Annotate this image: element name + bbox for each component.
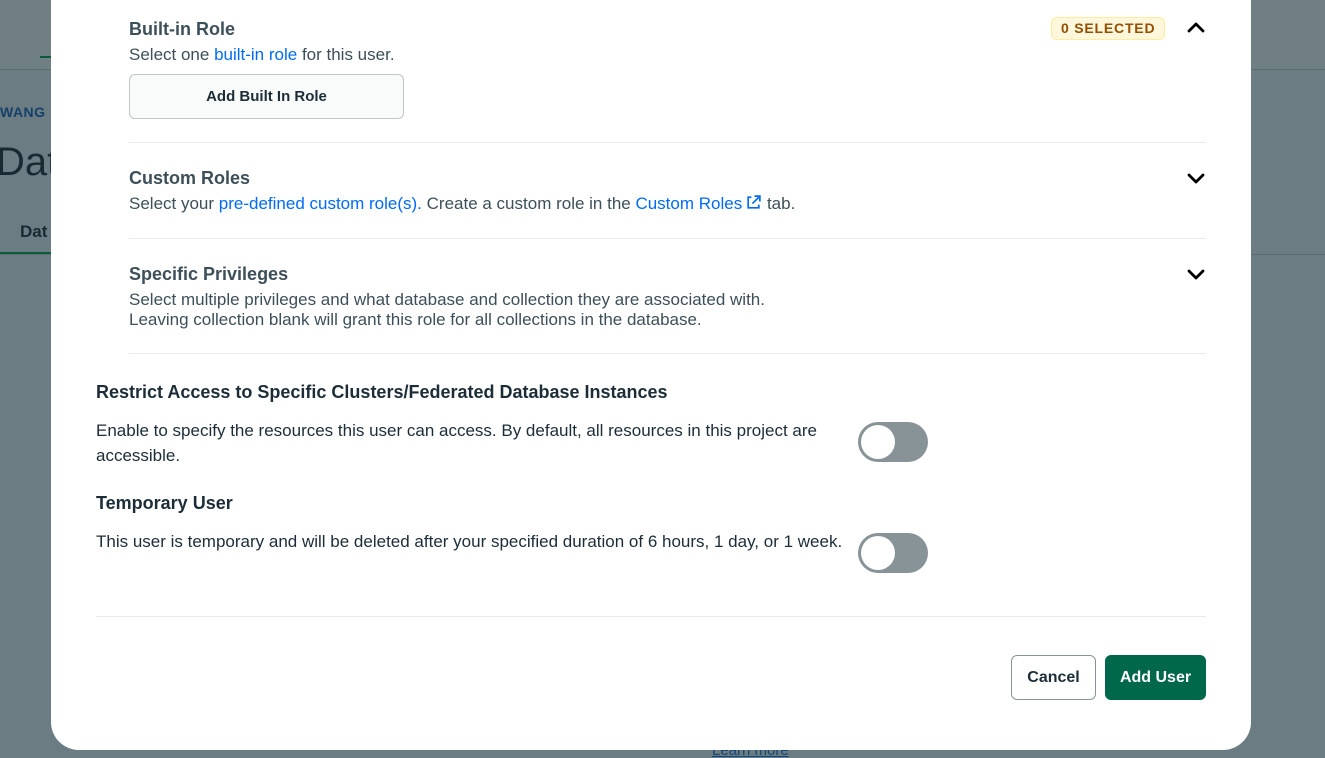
toggle-knob — [861, 425, 895, 459]
divider — [129, 142, 1206, 143]
chevron-up-icon[interactable] — [1186, 18, 1206, 38]
custom-roles-tab-link[interactable]: Custom Roles — [635, 194, 762, 213]
restrict-access-toggle[interactable] — [858, 422, 928, 462]
external-link-icon — [747, 195, 761, 209]
divider — [129, 238, 1206, 239]
specific-privileges-section: Specific Privileges Select multiple priv… — [129, 264, 1206, 330]
built-in-role-desc-text: Select one — [129, 45, 215, 64]
built-in-role-link[interactable]: built-in role — [214, 45, 297, 64]
custom-roles-section: Custom Roles Select your pre-defined cus… — [129, 168, 1206, 214]
specific-privileges-description: Select multiple privileges and what data… — [129, 290, 1206, 330]
restrict-access-description: Enable to specify the resources this use… — [96, 421, 817, 465]
add-user-button[interactable]: Add User — [1105, 655, 1206, 700]
built-in-role-title: Built-in Role — [129, 19, 235, 39]
built-in-role-description: Select one built-in role for this user. — [129, 45, 1206, 65]
restrict-access-title: Restrict Access to Specific Clusters/Fed… — [96, 382, 668, 402]
specific-privileges-title: Specific Privileges — [129, 264, 289, 284]
pre-defined-custom-roles-link[interactable]: pre-defined custom role(s). — [219, 194, 422, 213]
divider — [129, 353, 1206, 354]
built-in-role-section: Built-in Role Select one built-in role f… — [129, 19, 1206, 65]
background-tab: Dat — [20, 222, 48, 241]
background-breadcrumb: WANG — [0, 104, 46, 120]
temporary-user-description: This user is temporary and will be delet… — [96, 532, 843, 551]
add-user-modal: Built-in Role Select one built-in role f… — [51, 0, 1251, 750]
temporary-user-title: Temporary User — [96, 493, 233, 513]
custom-roles-description: Select your pre-defined custom role(s). … — [129, 194, 1206, 214]
custom-roles-title: Custom Roles — [129, 168, 251, 188]
toggle-knob — [861, 536, 895, 570]
custom-roles-desc-suffix: tab. — [762, 194, 796, 213]
add-built-in-role-button[interactable]: Add Built In Role — [129, 74, 404, 119]
custom-roles-desc-middle: Create a custom role in the — [421, 194, 636, 213]
specific-privileges-desc-line-1: Select multiple privileges and what data… — [129, 290, 765, 309]
temporary-user-toggle[interactable] — [858, 533, 928, 573]
chevron-down-icon[interactable] — [1186, 168, 1206, 188]
custom-roles-tab-link-label: Custom Roles — [635, 194, 743, 213]
chevron-down-icon[interactable] — [1186, 264, 1206, 284]
cancel-button[interactable]: Cancel — [1011, 655, 1096, 700]
specific-privileges-desc-line-2: Leaving collection blank will grant this… — [129, 310, 702, 329]
background-page-title: Dat — [0, 140, 59, 184]
selected-count-badge: 0 SELECTED — [1051, 17, 1166, 40]
built-in-role-desc-suffix: for this user. — [297, 45, 395, 64]
footer-divider — [96, 616, 1206, 617]
custom-roles-desc-text: Select your — [129, 194, 219, 213]
